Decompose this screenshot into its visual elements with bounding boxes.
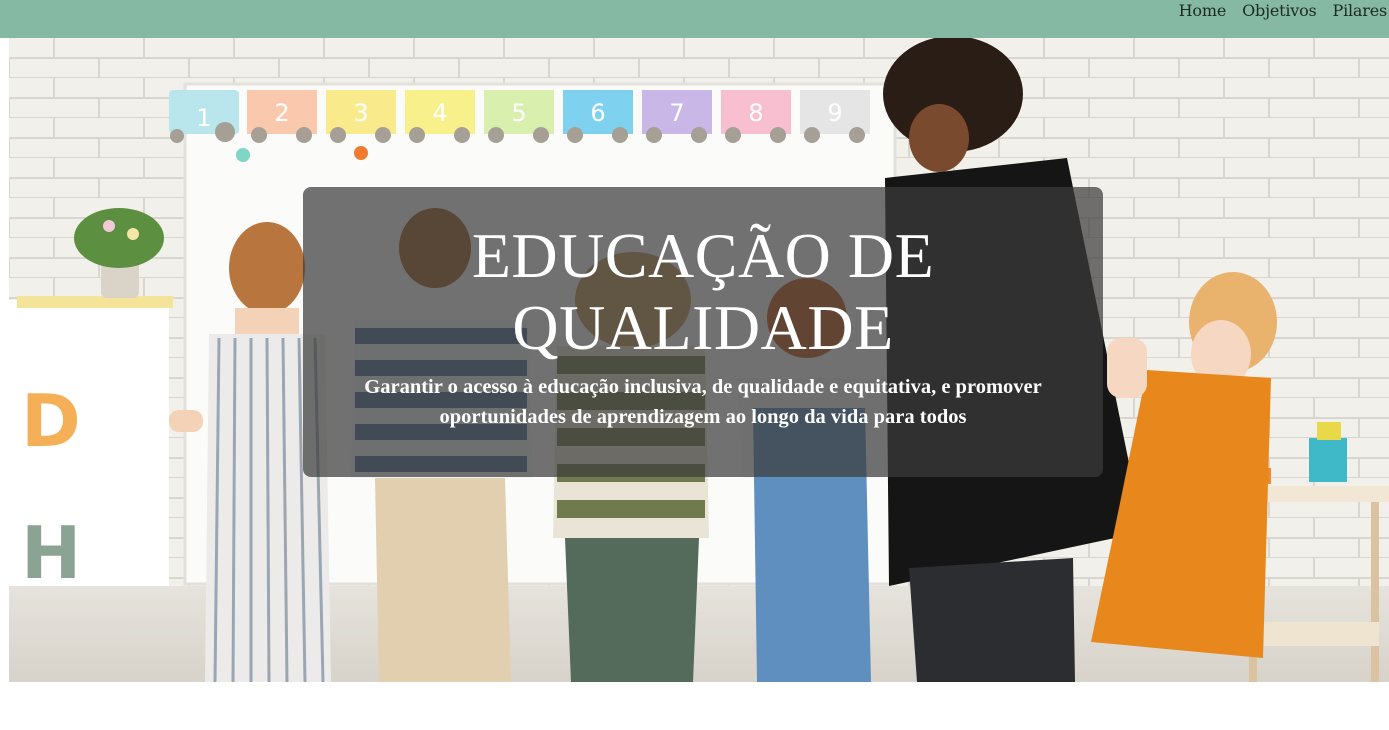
hero-section: 1 2 3 4 5 6 7 8 9 D H EDUCAÇÃO DE QUALID… [9, 38, 1389, 682]
wall-letter-d: D [21, 379, 81, 463]
train-number-2: 2 [274, 99, 289, 127]
train-number-6: 6 [590, 99, 605, 127]
train-number-8: 8 [748, 99, 763, 127]
train-number-5: 5 [511, 99, 526, 127]
nav-link-objetivos[interactable]: Objetivos [1242, 0, 1317, 22]
train-number-3: 3 [353, 99, 368, 127]
top-navbar: Home Objetivos Pilares [0, 0, 1389, 38]
hero-title: EDUCAÇÃO DE QUALIDADE [471, 220, 935, 363]
train-number-1: 1 [196, 104, 211, 132]
train-number-7: 7 [669, 99, 684, 127]
wall-letter-h: H [21, 511, 81, 595]
hero-overlay-card: EDUCAÇÃO DE QUALIDADE Garantir o acesso … [303, 187, 1103, 477]
nav-link-pilares[interactable]: Pilares [1333, 0, 1388, 22]
train-number-4: 4 [432, 99, 447, 127]
nav-link-home[interactable]: Home [1179, 0, 1227, 22]
train-number-9: 9 [827, 99, 842, 127]
nav-links: Home Objetivos Pilares [1179, 0, 1388, 22]
hero-subtitle: Garantir o acesso à educação inclusiva, … [364, 376, 1042, 428]
